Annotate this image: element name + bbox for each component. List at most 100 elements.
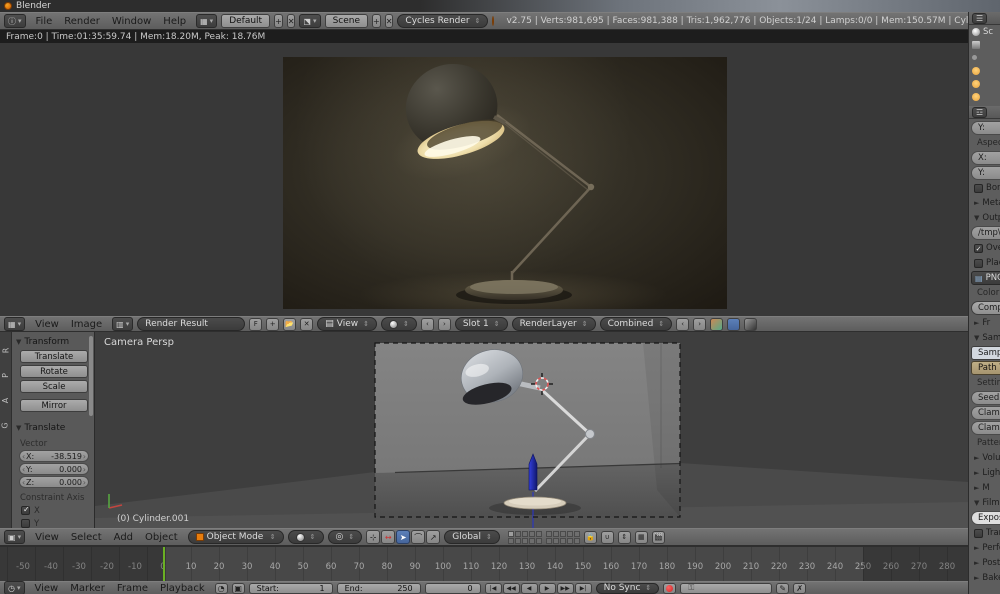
play-reverse-button[interactable]: ◀ — [521, 583, 538, 594]
layer-cell[interactable] — [515, 531, 521, 537]
outliner-row[interactable] — [969, 51, 1000, 64]
menu-item[interactable]: File — [30, 16, 59, 27]
menu-item[interactable]: Window — [106, 16, 157, 27]
tool-shelf-scrollbar[interactable] — [89, 336, 93, 416]
new-image-button[interactable]: + — [266, 318, 279, 331]
properties-row[interactable]: ▼ Samp — [971, 331, 1000, 345]
auto-keyframe-button[interactable] — [663, 583, 676, 594]
axis-checkbox[interactable]: Y — [21, 518, 91, 528]
outliner-row[interactable] — [969, 64, 1000, 77]
vector-value-slider[interactable]: Y:0.000 — [19, 463, 89, 475]
render-engine-select[interactable]: Cycles Render⇕ — [397, 14, 488, 28]
properties-row[interactable]: ▤ PNG — [971, 271, 1000, 285]
view-mode-select[interactable]: ▤View⇕ — [317, 317, 377, 331]
menu-item[interactable]: Image — [65, 319, 108, 330]
properties-row[interactable]: ► Volu — [971, 451, 1000, 465]
sphere-preview-select[interactable]: ⇕ — [381, 317, 417, 331]
preview-range-button[interactable]: ◔ — [215, 583, 228, 594]
jump-to-end-button[interactable]: ▶| — [575, 583, 592, 594]
properties-row[interactable]: Tran — [971, 526, 1000, 540]
outliner-editor-type-button[interactable]: ☰ — [972, 13, 987, 24]
outliner-row[interactable] — [969, 77, 1000, 90]
prev-pass-button[interactable]: ‹ — [676, 318, 689, 331]
layer-grid-right[interactable] — [546, 531, 580, 544]
menu-item[interactable]: View — [29, 319, 65, 330]
color-channel-toggle[interactable] — [710, 318, 723, 331]
properties-row[interactable]: Seed — [971, 391, 1000, 405]
add-layout-button[interactable]: + — [274, 14, 283, 28]
current-frame-field[interactable]: 0 — [425, 583, 481, 594]
properties-row[interactable]: Aspect — [971, 136, 1000, 150]
rotate-manipulator-button[interactable]: ➤ — [396, 530, 410, 544]
properties-row[interactable]: ► Bake — [971, 571, 1000, 585]
axis-checkbox[interactable]: X — [21, 505, 91, 516]
layer-cell[interactable] — [574, 531, 580, 537]
image-editor-type-button[interactable]: ▦▾ — [4, 317, 25, 331]
properties-row[interactable]: Y: — [971, 121, 1000, 135]
properties-row[interactable]: ► M — [971, 481, 1000, 495]
prev-slot-button[interactable]: ‹ — [421, 318, 434, 331]
render-pass-select[interactable]: Combined⇕ — [600, 317, 673, 331]
manipulator-extra-button[interactable]: ↗ — [426, 530, 440, 544]
menu-item[interactable]: Playback — [154, 583, 211, 594]
prev-keyframe-button[interactable]: ◀◀ — [503, 583, 520, 594]
layer-cell[interactable] — [574, 538, 580, 544]
properties-row[interactable]: Clamp — [971, 421, 1000, 435]
properties-row[interactable]: ► Post — [971, 556, 1000, 570]
add-scene-button[interactable]: + — [372, 14, 381, 28]
menu-item[interactable]: Render — [58, 16, 106, 27]
keying-set-field[interactable]: ⚿ — [680, 583, 772, 594]
image-editor-area[interactable] — [0, 43, 968, 316]
opengl-render-image-button[interactable]: ▦ — [635, 531, 648, 544]
properties-row[interactable]: Color De — [971, 286, 1000, 300]
properties-row[interactable]: ► Light — [971, 466, 1000, 480]
start-frame-field[interactable]: Start:1 — [249, 583, 333, 594]
translate-manipulator-button[interactable]: ↔ — [381, 530, 395, 544]
properties-row[interactable]: Path Tra — [971, 361, 1000, 375]
layer-cell[interactable] — [515, 538, 521, 544]
properties-row[interactable]: Samplin — [971, 346, 1000, 360]
properties-row[interactable]: /tmp\ — [971, 226, 1000, 240]
layer-cell[interactable] — [508, 531, 514, 537]
properties-row[interactable]: Comp — [971, 301, 1000, 315]
next-keyframe-button[interactable]: ▶▶ — [557, 583, 574, 594]
color-alpha-channel-toggle[interactable] — [727, 318, 740, 331]
properties-row[interactable]: ► Meta — [971, 196, 1000, 210]
properties-row[interactable]: ► Fr — [971, 316, 1000, 330]
viewport-editor-type-button[interactable]: ▣▾ — [4, 530, 25, 544]
menu-item[interactable]: Select — [65, 532, 108, 543]
layer-cell[interactable] — [553, 538, 559, 544]
layer-cell[interactable] — [529, 531, 535, 537]
editor-type-button[interactable]: ⓘ▾ — [4, 14, 26, 28]
close-layout-button[interactable]: ✕ — [287, 14, 296, 28]
layer-cell[interactable] — [567, 538, 573, 544]
properties-row[interactable]: ▼ Outpu — [971, 211, 1000, 225]
play-button[interactable]: ▶ — [539, 583, 556, 594]
layer-cell[interactable] — [522, 531, 528, 537]
menu-item[interactable]: Object — [139, 532, 184, 543]
next-slot-button[interactable]: › — [438, 318, 451, 331]
layer-grid-left[interactable] — [508, 531, 542, 544]
menu-item[interactable]: View — [29, 583, 65, 594]
fake-user-button[interactable]: F — [249, 318, 262, 331]
menu-item[interactable]: Marker — [64, 583, 111, 594]
lock-range-button[interactable]: ▣ — [232, 583, 245, 594]
mode-select[interactable]: Object Mode⇕ — [188, 530, 284, 544]
tool-shelf-tabs[interactable]: RPAG — [0, 332, 12, 528]
properties-row[interactable]: ✓ Ove — [971, 241, 1000, 255]
image-datablock-field[interactable]: Render Result — [137, 317, 245, 331]
translate-panel-header[interactable]: Translate — [16, 421, 91, 434]
lock-camera-button[interactable]: 🔒 — [584, 531, 597, 544]
transform-tool-button[interactable]: Rotate — [20, 365, 88, 378]
properties-row[interactable]: Expos — [971, 511, 1000, 525]
transform-tool-button[interactable]: Scale — [20, 380, 88, 393]
screen-layout-icon-button[interactable]: ▦▾ — [196, 14, 217, 28]
properties-row[interactable]: Settings: — [971, 376, 1000, 390]
image-datablock-icon-button[interactable]: ▥▾ — [112, 317, 133, 331]
layer-cell[interactable] — [560, 538, 566, 544]
mirror-button[interactable]: Mirror — [20, 399, 88, 412]
scene-icon-button[interactable]: ⬔▾ — [299, 14, 320, 28]
menu-item[interactable]: Frame — [111, 583, 154, 594]
orientation-select[interactable]: Global⇕ — [444, 530, 500, 544]
alpha-channel-toggle[interactable] — [744, 318, 757, 331]
